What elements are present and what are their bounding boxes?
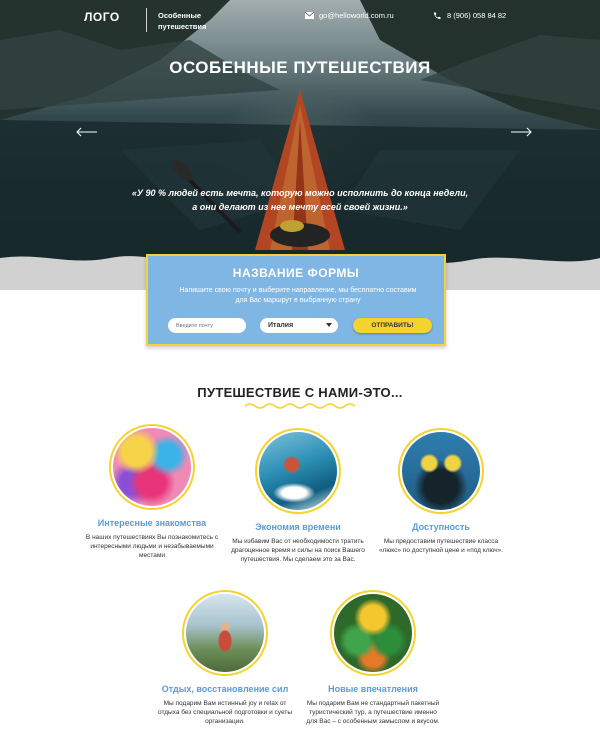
chevron-down-icon bbox=[326, 323, 332, 327]
feature-image bbox=[330, 590, 416, 676]
feature-text: Мы избавим Вас от необходимости тратить … bbox=[231, 538, 365, 563]
top-bar: ЛОГО Особенные путешествия go@helloworld… bbox=[0, 8, 600, 32]
header-divider bbox=[146, 8, 147, 32]
hero-quote: «У 90 % людей есть мечта, которую можно … bbox=[131, 188, 469, 212]
envelope-icon bbox=[305, 12, 314, 19]
feature-text: Мы подарим Вам истинный joy и relax от о… bbox=[157, 700, 293, 725]
feature-item: Интересные знакомства В наших путешестви… bbox=[77, 424, 227, 560]
feature-text: Мы предоставим путешествие класса «люкс»… bbox=[378, 538, 504, 554]
hero-title: ОСОБЕННЫЕ ПУТЕШЕСТВИЯ bbox=[169, 58, 431, 77]
email-text[interactable]: go@helloworld.com.ru bbox=[319, 11, 394, 20]
feature-item: Доступность Мы предоставим путешествие к… bbox=[366, 428, 516, 555]
logo[interactable]: ЛОГО bbox=[84, 10, 120, 24]
feature-image bbox=[398, 428, 484, 514]
feature-title: Интересные знакомства bbox=[97, 518, 207, 528]
form-description: Напишите свою почту и выберите направлен… bbox=[179, 287, 417, 304]
arrow-right-icon[interactable] bbox=[511, 126, 533, 138]
feature-item: Новые впечатления Мы подарим Вам не стан… bbox=[298, 590, 448, 726]
hero-overlay bbox=[0, 0, 600, 290]
feature-title: Новые впечатления bbox=[328, 684, 418, 694]
section-title: ПУТЕШЕСТВИЕ С НАМИ-ЭТО... bbox=[197, 385, 403, 400]
feature-title: Экономия времени bbox=[255, 522, 341, 532]
header-email[interactable]: go@helloworld.com.ru bbox=[305, 11, 394, 20]
phone-text[interactable]: 8 (906) 058 84 82 bbox=[447, 11, 506, 20]
feature-text: В наших путешествиях Вы познакомитесь с … bbox=[85, 534, 219, 559]
hero-banner: ЛОГО Особенные путешествия go@helloworld… bbox=[0, 0, 600, 290]
feature-text: Мы подарим Вам не стандартный пакетный т… bbox=[306, 700, 440, 725]
arrow-left-icon[interactable] bbox=[75, 126, 97, 138]
subscription-form: НАЗВАНИЕ ФОРМЫ Напишите свою почту и выб… bbox=[146, 254, 446, 346]
header-tagline: Особенные путешествия bbox=[158, 11, 207, 31]
feature-item: Экономия времени Мы избавим Вас от необх… bbox=[223, 428, 373, 564]
country-select[interactable]: Италия bbox=[260, 318, 338, 333]
submit-button[interactable]: ОТПРАВИТЬ! bbox=[353, 318, 432, 333]
carnival-photo bbox=[334, 594, 412, 672]
email-input[interactable] bbox=[168, 318, 246, 333]
feature-title: Доступность bbox=[412, 522, 470, 532]
header-phone[interactable]: 8 (906) 058 84 82 bbox=[433, 11, 506, 20]
feature-title: Отдых, восстановление сил bbox=[161, 684, 289, 694]
feature-image bbox=[109, 424, 195, 510]
feature-image bbox=[182, 590, 268, 676]
phone-icon bbox=[433, 12, 441, 19]
surfer-photo bbox=[259, 432, 337, 510]
holi-festival-photo bbox=[113, 428, 191, 506]
wavy-underline bbox=[245, 403, 355, 409]
hiker-photo bbox=[186, 594, 264, 672]
feature-item: Отдых, восстановление сил Мы подарим Вам… bbox=[150, 590, 300, 726]
country-select-value: Италия bbox=[268, 322, 294, 329]
feature-image bbox=[255, 428, 341, 514]
divers-photo bbox=[402, 432, 480, 510]
form-title: НАЗВАНИЕ ФОРМЫ bbox=[232, 266, 360, 280]
